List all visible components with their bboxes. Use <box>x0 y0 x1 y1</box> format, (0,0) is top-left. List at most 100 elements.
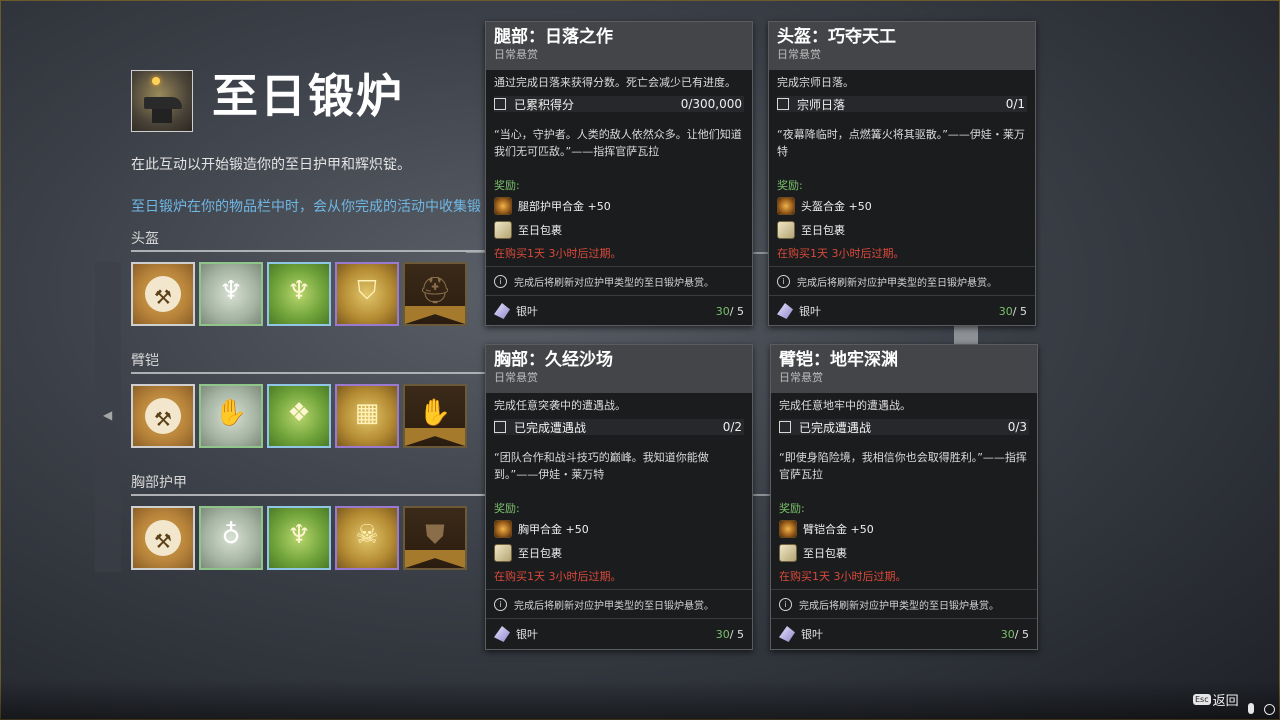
package-icon <box>494 544 512 562</box>
bounty-type: 日常悬赏 <box>494 371 538 384</box>
helmet-flame-gold-icon[interactable]: ⛉ <box>335 262 399 326</box>
package-icon <box>777 221 795 239</box>
reward-label: 至日包裹 <box>518 547 562 560</box>
reward-item: 至日包裹 <box>769 218 1035 242</box>
status-ring-icon <box>1264 704 1275 715</box>
reward-label: 腿部护甲合金 +50 <box>518 200 611 213</box>
bounty-title: 头盔：巧夺天工 <box>777 27 896 47</box>
objective-checkbox <box>494 421 506 433</box>
note-text: 完成后将刷新对应护甲类型的至日锻炉悬赏。 <box>514 277 714 289</box>
currency-cost: / 5 <box>729 627 744 641</box>
lore-text: “当心，守护者。人类的敌人依然众多。让他们知道我们无可匹敌。”——指挥官萨瓦拉 <box>494 128 742 158</box>
silver-leaf-icon <box>494 303 510 319</box>
category-label-helmet: 头盔 <box>131 231 159 247</box>
info-icon: i <box>777 274 790 288</box>
chest-flame-silver-icon[interactable]: ♁ <box>199 506 263 570</box>
bounty-card-helmet[interactable]: 头盔：巧夺天工 日常悬赏 完成宗师日落。 宗师日落 0/1 “夜幕降临时，点燃篝… <box>768 21 1036 326</box>
bounty-card-arms[interactable]: 臂铠：地牢深渊 日常悬赏 完成任意地牢中的遭遇战。 已完成遭遇战 0/3 “即使… <box>770 344 1038 650</box>
reward-header: 奖励: <box>779 502 805 515</box>
microphone-icon <box>1248 703 1254 714</box>
connector-line <box>752 494 772 496</box>
objective-row: 宗师日落 0/1 <box>777 96 1027 112</box>
reward-item: 至日包裹 <box>486 218 752 242</box>
objective-progress: 0/2 <box>722 420 742 434</box>
bounty-title: 臂铠：地牢深渊 <box>779 350 898 370</box>
helmet-flame-silver-icon[interactable]: ♆ <box>199 262 263 326</box>
bottom-shade <box>0 680 1280 720</box>
objective-checkbox <box>494 98 506 110</box>
objective-progress: 0/3 <box>1007 420 1027 434</box>
bounty-title: 腿部：日落之作 <box>494 27 613 47</box>
reward-item: 头盔合金 +50 <box>769 194 1035 218</box>
cost-row: 银叶 30 / 5 <box>771 618 1037 649</box>
objective-label: 宗师日落 <box>797 97 846 112</box>
silver-leaf-icon <box>779 626 795 642</box>
solstice-forge-icon <box>131 70 193 132</box>
objective-progress: 0/300,000 <box>680 97 742 111</box>
alloy-icon <box>779 520 797 538</box>
currency-count: 30 <box>715 627 730 641</box>
currency-label: 银叶 <box>799 305 821 318</box>
cost-row: 银叶 30 / 5 <box>486 295 752 326</box>
page-description: 在此互动以开始锻造你的至日护甲和辉炽锭。 <box>131 157 411 173</box>
chest-banner-icon[interactable]: ⛊ <box>403 506 467 570</box>
objective-description: 完成任意突袭中的遭遇战。 <box>494 399 626 412</box>
reward-item: 胸甲合金 +50 <box>486 517 752 541</box>
objective-checkbox <box>779 421 791 433</box>
helmet-flame-green-icon[interactable]: ♆ <box>267 262 331 326</box>
reward-label: 至日包裹 <box>518 224 562 237</box>
gauntlet-flame-green-icon[interactable]: ❖ <box>267 384 331 448</box>
gauntlet-banner-icon[interactable]: ✋ <box>403 384 467 448</box>
helmet-banner-icon[interactable]: ⛑ <box>403 262 467 326</box>
gauntlet-flame-gold-icon[interactable]: ▦ <box>335 384 399 448</box>
bounty-card-chest[interactable]: 胸部：久经沙场 日常悬赏 完成任意突袭中的遭遇战。 已完成遭遇战 0/2 “团队… <box>485 344 753 650</box>
objective-description: 通过完成日落来获得分数。死亡会减少已有进度。 <box>494 76 736 89</box>
bounty-type: 日常悬赏 <box>779 371 823 384</box>
currency-count: 30 <box>715 304 730 318</box>
objective-label: 已累积得分 <box>514 97 575 112</box>
reward-label: 至日包裹 <box>803 547 847 560</box>
connector-block <box>954 324 978 346</box>
bounty-title: 胸部：久经沙场 <box>494 350 613 370</box>
chest-skull-gold-icon[interactable]: ☠ <box>335 506 399 570</box>
lore-text: “团队合作和战斗技巧的巅峰。我知道你能做到。”——伊娃・莱万特 <box>494 451 709 481</box>
currency-label: 银叶 <box>801 628 823 641</box>
gauntlet-flame-silver-icon[interactable]: ✋ <box>199 384 263 448</box>
currency-cost: / 5 <box>729 304 744 318</box>
category-label-chest: 胸部护甲 <box>131 475 187 491</box>
objective-description: 完成任意地牢中的遭遇战。 <box>779 399 911 412</box>
chest-flame-green-icon[interactable]: ♆ <box>267 506 331 570</box>
category-divider <box>131 494 491 496</box>
refresh-note: i 完成后将刷新对应护甲类型的至日锻炉悬赏。 <box>769 266 1035 295</box>
alloy-icon <box>777 197 795 215</box>
page-title: 至日锻炉 <box>212 69 404 123</box>
reward-header: 奖励: <box>494 179 520 192</box>
anvil-icon[interactable]: ⚒ <box>131 384 195 448</box>
bounty-card-legs[interactable]: 腿部：日落之作 日常悬赏 通过完成日落来获得分数。死亡会减少已有进度。 已累积得… <box>485 21 753 326</box>
cost-row: 银叶 30 / 5 <box>486 618 752 649</box>
currency-label: 银叶 <box>516 628 538 641</box>
currency-cost: / 5 <box>1012 304 1027 318</box>
page-hint: 至日锻炉在你的物品栏中时，会从你完成的活动中收集锻 <box>131 199 481 215</box>
reward-header: 奖励: <box>494 502 520 515</box>
reward-label: 胸甲合金 +50 <box>518 523 589 536</box>
alloy-icon <box>494 197 512 215</box>
reward-label: 臂铠合金 +50 <box>803 523 874 536</box>
package-icon <box>779 544 797 562</box>
left-arrow-icon[interactable]: ◀ <box>103 408 112 422</box>
reward-label: 至日包裹 <box>801 224 845 237</box>
anvil-icon[interactable]: ⚒ <box>131 262 195 326</box>
lore-text: “即使身陷险境，我相信你也会取得胜利。”——指挥官萨瓦拉 <box>779 451 1027 481</box>
reward-item: 至日包裹 <box>486 541 752 565</box>
bounty-type: 日常悬赏 <box>777 48 821 61</box>
info-icon: i <box>494 597 507 611</box>
objective-label: 已完成遭遇战 <box>799 420 872 435</box>
category-divider <box>131 250 491 252</box>
anvil-icon[interactable]: ⚒ <box>131 506 195 570</box>
objective-description: 完成宗师日落。 <box>777 76 854 89</box>
back-button[interactable]: Esc 返回 <box>1193 690 1239 709</box>
objective-progress: 0/1 <box>1005 97 1025 111</box>
refresh-note: i 完成后将刷新对应护甲类型的至日锻炉悬赏。 <box>771 589 1037 618</box>
reward-item: 腿部护甲合金 +50 <box>486 194 752 218</box>
note-text: 完成后将刷新对应护甲类型的至日锻炉悬赏。 <box>514 600 714 612</box>
